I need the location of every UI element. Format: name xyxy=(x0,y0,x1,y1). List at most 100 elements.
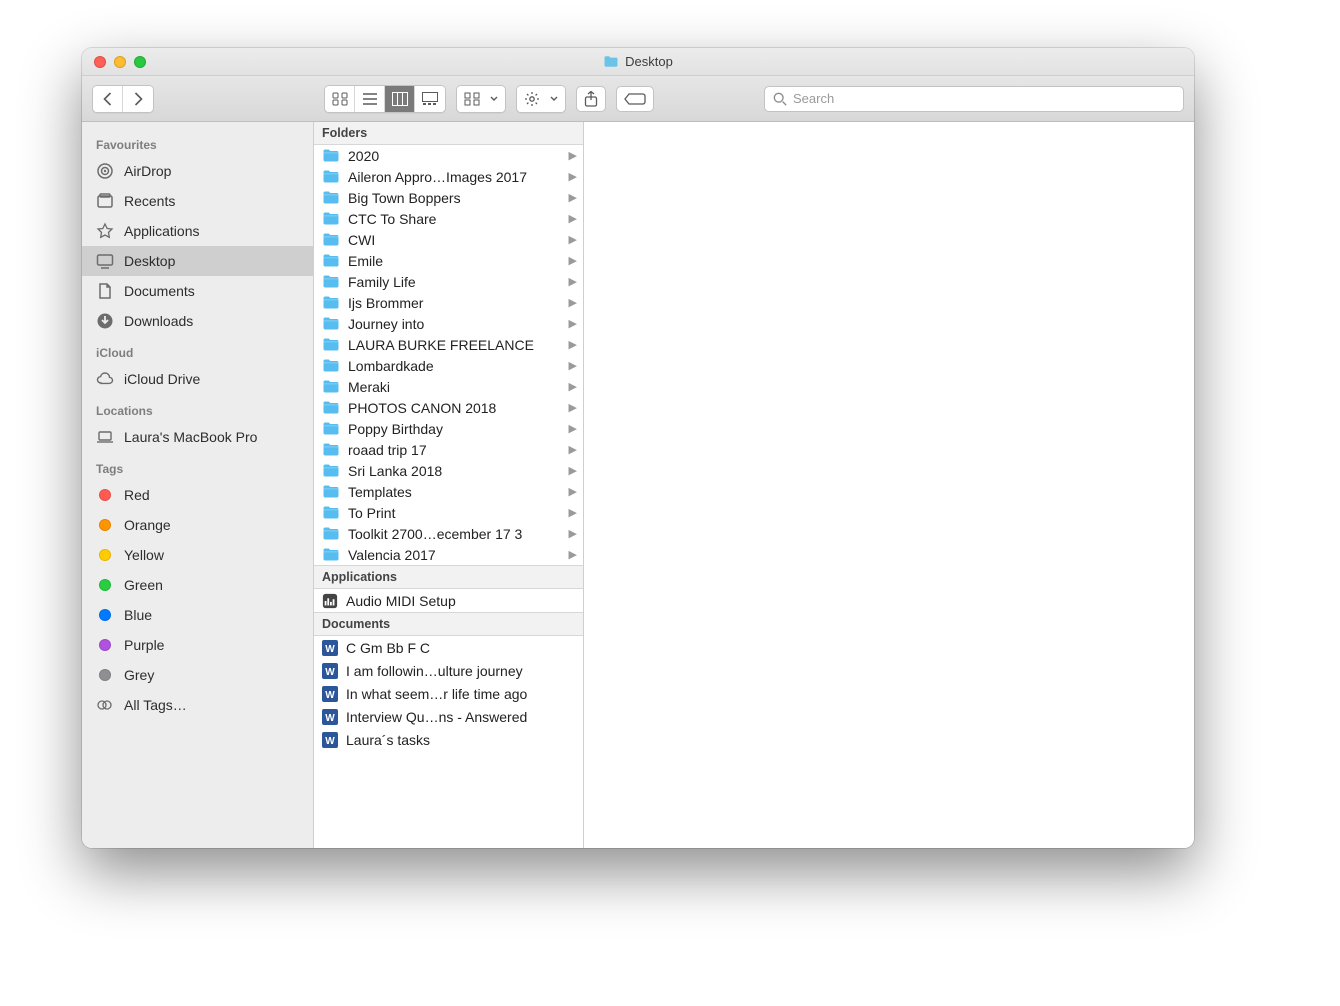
gallery-view-button[interactable] xyxy=(415,86,445,112)
list-view-button[interactable] xyxy=(355,86,385,112)
word-doc-icon: W xyxy=(322,708,338,726)
forward-button[interactable] xyxy=(123,86,153,112)
chevron-right-icon: ▶ xyxy=(569,338,577,351)
share-button[interactable] xyxy=(576,86,606,112)
laptop-icon xyxy=(96,428,114,446)
column-view-button[interactable] xyxy=(385,86,415,112)
folder-row[interactable]: Toolkit 2700…ecember 17 3▶ xyxy=(314,523,583,544)
folder-row[interactable]: CWI▶ xyxy=(314,229,583,250)
folder-row[interactable]: Lombardkade▶ xyxy=(314,355,583,376)
chevron-right-icon: ▶ xyxy=(569,443,577,456)
sidebar-item-airdrop[interactable]: AirDrop xyxy=(82,156,313,186)
svg-text:W: W xyxy=(325,644,335,655)
folder-row[interactable]: Templates▶ xyxy=(314,481,583,502)
folder-row[interactable]: Emile▶ xyxy=(314,250,583,271)
folder-row[interactable]: LAURA BURKE FREELANCE▶ xyxy=(314,334,583,355)
app-row[interactable]: Audio MIDI Setup xyxy=(314,589,583,612)
folder-row[interactable]: Journey into▶ xyxy=(314,313,583,334)
folder-row[interactable]: Poppy Birthday▶ xyxy=(314,418,583,439)
folder-row[interactable]: Valencia 2017▶ xyxy=(314,544,583,565)
folder-row[interactable]: Sri Lanka 2018▶ xyxy=(314,460,583,481)
sidebar-item-documents[interactable]: Documents xyxy=(82,276,313,306)
sidebar-section-header: Tags xyxy=(82,452,313,480)
tag-icon xyxy=(96,486,114,504)
preview-pane xyxy=(584,122,1194,848)
folder-icon xyxy=(322,337,340,352)
sidebar-item-alltags[interactable]: All Tags… xyxy=(82,690,313,720)
folder-row[interactable]: Big Town Boppers▶ xyxy=(314,187,583,208)
folder-row[interactable]: Aileron Appro…Images 2017▶ xyxy=(314,166,583,187)
sidebar: FavouritesAirDropRecents Applications Desk… xyxy=(82,122,314,848)
doc-row[interactable]: WC Gm Bb F C xyxy=(314,636,583,659)
back-button[interactable] xyxy=(93,86,123,112)
zoom-window-button[interactable] xyxy=(134,56,146,68)
svg-text:W: W xyxy=(325,690,335,701)
search-field[interactable] xyxy=(764,86,1184,112)
folder-row[interactable]: CTC To Share▶ xyxy=(314,208,583,229)
doc-row[interactable]: W In what seem…r life time ago xyxy=(314,682,583,705)
sidebar-item-label: Blue xyxy=(124,607,152,623)
sidebar-item-downloads[interactable]: Downloads xyxy=(82,306,313,336)
folder-icon xyxy=(322,421,340,436)
downloads-icon xyxy=(96,312,114,330)
doc-row[interactable]: WInterview Qu…ns - Answered xyxy=(314,705,583,728)
sidebar-item-desktop[interactable]: Desktop xyxy=(82,246,313,276)
folder-row[interactable]: To Print▶ xyxy=(314,502,583,523)
sidebar-item-tag-yellow[interactable]: Yellow xyxy=(82,540,313,570)
folder-icon xyxy=(322,253,340,268)
file-label: Laura´s tasks xyxy=(346,732,577,748)
sidebar-item-iclouddrive[interactable]: iCloud Drive xyxy=(82,364,313,394)
search-input[interactable] xyxy=(793,91,1175,106)
file-label: In what seem…r life time ago xyxy=(346,686,577,702)
folder-row[interactable]: roaad trip 17▶ xyxy=(314,439,583,460)
svg-text:W: W xyxy=(325,736,335,747)
doc-row[interactable]: W Laura´s tasks xyxy=(314,728,583,751)
file-label: I am followin…ulture journey xyxy=(346,663,577,679)
chevron-right-icon: ▶ xyxy=(569,548,577,561)
sidebar-item-tag-green[interactable]: Green xyxy=(82,570,313,600)
sidebar-item-label: Red xyxy=(124,487,150,503)
folder-row[interactable]: PHOTOS CANON 2018▶ xyxy=(314,397,583,418)
sidebar-item-tag-blue[interactable]: Blue xyxy=(82,600,313,630)
chevron-right-icon: ▶ xyxy=(569,170,577,183)
minimize-window-button[interactable] xyxy=(114,56,126,68)
sidebar-item-applications[interactable]: Applications xyxy=(82,216,313,246)
sidebar-item-tag-red[interactable]: Red xyxy=(82,480,313,510)
file-label: Meraki xyxy=(348,379,561,395)
folder-icon xyxy=(322,358,340,373)
recents-icon xyxy=(96,192,114,210)
folder-row[interactable]: 2020▶ xyxy=(314,145,583,166)
svg-text:W: W xyxy=(325,667,335,678)
sidebar-item-label: Applications xyxy=(124,223,200,239)
folder-icon xyxy=(322,148,340,163)
sidebar-section-header: Favourites xyxy=(82,128,313,156)
titlebar: Desktop xyxy=(82,48,1194,76)
sidebar-item-label: Orange xyxy=(124,517,171,533)
file-label: Big Town Boppers xyxy=(348,190,561,206)
chevron-right-icon: ▶ xyxy=(569,212,577,225)
chevron-right-icon: ▶ xyxy=(569,401,577,414)
close-window-button[interactable] xyxy=(94,56,106,68)
folder-row[interactable]: Family Life▶ xyxy=(314,271,583,292)
sidebar-item-tag-orange[interactable]: Orange xyxy=(82,510,313,540)
sidebar-item-tag-grey[interactable]: Grey xyxy=(82,660,313,690)
action-menu-button[interactable] xyxy=(516,85,566,113)
folder-row[interactable]: Meraki▶ xyxy=(314,376,583,397)
sidebar-item-label: Documents xyxy=(124,283,195,299)
file-label: Toolkit 2700…ecember 17 3 xyxy=(348,526,561,542)
tag-icon xyxy=(96,666,114,684)
folder-row[interactable]: Ijs Brommer▶ xyxy=(314,292,583,313)
chevron-right-icon: ▶ xyxy=(569,506,577,519)
column-section-header: Folders xyxy=(314,122,583,145)
sidebar-item-tag-purple[interactable]: Purple xyxy=(82,630,313,660)
tag-icon xyxy=(96,546,114,564)
group-by-button[interactable] xyxy=(456,85,506,113)
group-by-icon xyxy=(457,86,487,112)
file-label: 2020 xyxy=(348,148,561,164)
icon-view-button[interactable] xyxy=(325,86,355,112)
sidebar-item-recents[interactable]: Recents xyxy=(82,186,313,216)
doc-row[interactable]: W I am followin…ulture journey xyxy=(314,659,583,682)
tags-button[interactable] xyxy=(616,86,654,112)
sidebar-item-label: Grey xyxy=(124,667,154,683)
sidebar-item-macbook[interactable]: Laura's MacBook Pro xyxy=(82,422,313,452)
